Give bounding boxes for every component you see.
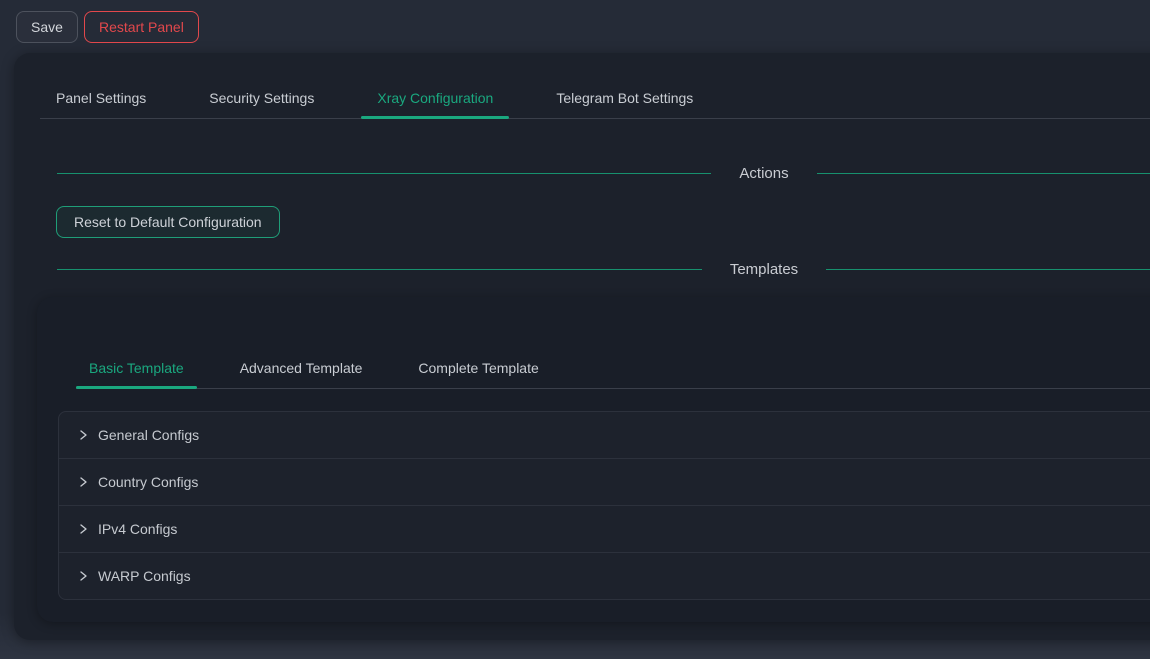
collapse-row-label: General Configs [98,427,199,443]
tab-basic-template[interactable]: Basic Template [76,347,197,388]
collapse-row-ipv4-configs[interactable]: IPv4 Configs [59,505,1150,552]
actions-divider-title: Actions [739,165,788,182]
tab-xray-configuration[interactable]: Xray Configuration [361,77,509,118]
save-button[interactable]: Save [16,11,78,43]
xray-settings-page: Save Restart Panel Panel Settings Securi… [0,0,1150,659]
tab-telegram-bot-settings[interactable]: Telegram Bot Settings [540,77,709,118]
settings-card: Panel Settings Security Settings Xray Co… [14,53,1150,640]
tab-advanced-template[interactable]: Advanced Template [227,347,376,388]
tab-security-settings[interactable]: Security Settings [193,77,330,118]
chevron-right-icon [77,476,89,488]
templates-card: Basic Template Advanced Template Complet… [37,297,1150,622]
chevron-right-icon [77,523,89,535]
settings-tab-bar: Panel Settings Security Settings Xray Co… [40,77,1150,119]
collapse-row-general-configs[interactable]: General Configs [59,412,1150,458]
config-collapse: General Configs Country Configs IPv4 Con… [58,411,1150,600]
topbar: Save Restart Panel [0,0,1150,53]
collapse-row-label: IPv4 Configs [98,521,177,537]
collapse-row-warp-configs[interactable]: WARP Configs [59,552,1150,599]
templates-divider-title: Templates [730,261,798,278]
collapse-row-label: WARP Configs [98,568,191,584]
collapse-row-country-configs[interactable]: Country Configs [59,458,1150,505]
tab-complete-template[interactable]: Complete Template [405,347,551,388]
template-tab-bar: Basic Template Advanced Template Complet… [76,347,1150,389]
templates-divider: Templates [57,258,1150,280]
restart-panel-button[interactable]: Restart Panel [84,11,199,43]
tab-panel-settings[interactable]: Panel Settings [40,77,162,118]
actions-divider: Actions [57,162,1150,184]
collapse-row-label: Country Configs [98,474,198,490]
reset-default-config-button[interactable]: Reset to Default Configuration [56,206,280,238]
chevron-right-icon [77,429,89,441]
chevron-right-icon [77,570,89,582]
